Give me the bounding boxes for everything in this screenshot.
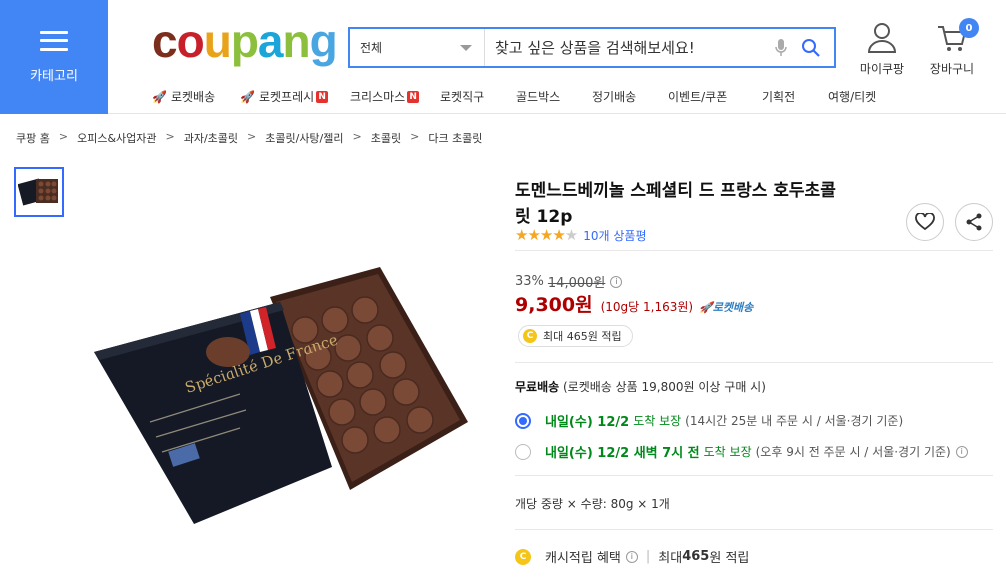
product-title: 도멘느드베끼놀 스페셜티 드 프랑스 호두초콜 릿 12p — [515, 178, 895, 230]
delivery-note: (오후 9시 전 주문 시 / 서울·경기 기준) — [755, 445, 951, 459]
cash-benefit-row: C 캐시적립 혜택 i | 최대 465 원 적립 — [515, 547, 749, 566]
nav-item-rocket-direct[interactable]: 로켓직구 — [440, 88, 516, 105]
nav-label: 이벤트/쿠폰 — [668, 90, 728, 104]
nav-item-subscription[interactable]: 정기배송 — [592, 88, 668, 105]
nav-item-christmas[interactable]: 크리스마스 N — [350, 88, 440, 105]
nav-label: 여행/티켓 — [828, 90, 877, 104]
rocket-icon: 🚀 — [240, 89, 255, 104]
microphone-icon[interactable] — [766, 33, 796, 63]
nav-item-rocket-delivery[interactable]: 🚀 로켓배송 — [152, 88, 240, 105]
heart-icon — [915, 213, 935, 231]
review-count-link[interactable]: 10개 상품평 — [583, 227, 646, 244]
nav-item-travel[interactable]: 여행/티켓 — [828, 88, 876, 105]
original-price: 14,000원 — [547, 276, 606, 291]
star-rating: ★★★★★ — [515, 226, 578, 244]
header: 카테고리 coupang 전체 마이쿠팡 0 장바구니 🚀 로켓배송 🚀 — [0, 0, 1006, 114]
rating: ★★★★★ 10개 상품평 — [515, 226, 647, 244]
sale-price-row: 9,300원 (10g당 1,163원) 🚀로켓배송 — [515, 290, 753, 317]
separator: | — [645, 549, 651, 564]
nav-label: 로켓프레시 — [258, 90, 315, 104]
discount-rate: 33% — [515, 274, 544, 289]
breadcrumb-item[interactable]: 쿠팡 홈 — [16, 130, 50, 146]
radio-button[interactable] — [515, 443, 531, 460]
nav-label: 골드박스 — [516, 90, 561, 104]
cash-benefit-amount: 465 — [682, 549, 710, 564]
nav-label: 기획전 — [762, 90, 796, 104]
coupang-logo[interactable]: coupang — [152, 18, 338, 64]
product-thumbnail[interactable] — [14, 167, 64, 217]
unit-weight-info: 개당 중량 × 수량: 80g × 1개 — [515, 497, 670, 511]
favorite-button[interactable] — [906, 203, 944, 241]
breadcrumb-item[interactable]: 다크 초콜릿 — [428, 130, 482, 146]
cart-label: 장바구니 — [929, 62, 975, 76]
sale-price: 9,300원 — [515, 294, 593, 316]
delivery-guarantee: 도착 보장 — [633, 414, 682, 428]
share-button[interactable] — [955, 203, 993, 241]
cash-benefit-suffix: 원 적립 — [709, 551, 750, 566]
search-category-select[interactable]: 전체 — [350, 29, 485, 66]
nav-item-goldbox[interactable]: 골드박스 — [516, 88, 592, 105]
cart-count-badge: 0 — [959, 18, 979, 38]
breadcrumb-item[interactable]: 오피스&사업자관 — [77, 130, 156, 146]
delivery-date: 내일(수) 12/2 새벽 7시 전 — [545, 446, 700, 461]
rocket-tag-label: 로켓배송 — [712, 301, 754, 314]
nav-label: 로켓직구 — [440, 90, 485, 104]
breadcrumb-item[interactable]: 초콜릿/사탕/젤리 — [265, 130, 343, 146]
new-badge: N — [316, 90, 329, 103]
breadcrumb: 쿠팡 홈 > 오피스&사업자관 > 과자/초콜릿 > 초콜릿/사탕/젤리 > 초콜릿 > … — [16, 130, 483, 146]
cart-button[interactable]: 0 장바구니 — [922, 18, 982, 77]
search-bar: 전체 — [348, 27, 836, 68]
category-menu-button[interactable]: 카테고리 — [0, 0, 108, 114]
shipping-title: 무료배송 (로켓배송 상품 19,800원 이상 구매 시) — [515, 378, 766, 395]
cash-benefit-label: 캐시적립 혜택 — [545, 551, 621, 566]
divider — [515, 250, 993, 251]
info-icon[interactable]: i — [955, 445, 968, 458]
divider — [515, 362, 993, 363]
top-nav: 🚀 로켓배송 🚀 로켓프레시 N 크리스마스 N 로켓직구 골드박스 정기배송 … — [152, 88, 876, 105]
product-main-image: Spécialité De France — [90, 262, 470, 527]
user-icon — [867, 23, 897, 53]
title-line: 도멘느드베끼놀 스페셜티 드 프랑스 호두초콜 — [515, 181, 836, 201]
share-icon — [966, 213, 982, 231]
search-icon[interactable] — [796, 33, 826, 63]
nav-label: 정기배송 — [592, 90, 637, 104]
delivery-guarantee: 도착 보장 — [703, 445, 752, 459]
mypage-label: 마이쿠팡 — [859, 62, 905, 76]
rocket-icon: 🚀 — [152, 89, 167, 104]
free-shipping-label: 무료배송 — [515, 380, 560, 394]
delivery-note: (14시간 25분 내 주문 시 / 서울·경기 기준) — [685, 414, 904, 428]
cash-reward-text: 최대 465원 적립 — [543, 330, 622, 343]
divider — [515, 529, 993, 530]
breadcrumb-item[interactable]: 과자/초콜릿 — [184, 130, 238, 146]
search-input[interactable] — [485, 29, 766, 66]
delivery-date: 내일(수) 12/2 — [545, 415, 630, 430]
new-badge: N — [407, 90, 420, 103]
info-icon[interactable]: i — [625, 550, 638, 563]
shipping-condition: (로켓배송 상품 19,800원 이상 구매 시) — [559, 380, 766, 394]
cash-coin-icon: C — [515, 548, 531, 565]
unit-price: (10g당 1,163원) — [600, 300, 694, 314]
caret-down-icon — [460, 44, 472, 51]
cash-benefit-prefix: 최대 — [658, 551, 683, 566]
delivery-option-1[interactable]: 내일(수) 12/2 도착 보장 (14시간 25분 내 주문 시 / 서울·경… — [515, 411, 903, 430]
nav-label: 로켓배송 — [170, 90, 216, 104]
breadcrumb-item[interactable]: 초콜릿 — [371, 130, 401, 146]
nav-item-rocket-fresh[interactable]: 🚀 로켓프레시 N — [240, 88, 350, 105]
rocket-delivery-badge: 🚀로켓배송 — [699, 301, 754, 314]
nav-item-events[interactable]: 이벤트/쿠폰 — [668, 88, 762, 105]
delivery-option-2[interactable]: 내일(수) 12/2 새벽 7시 전 도착 보장 (오후 9시 전 주문 시 /… — [515, 442, 968, 461]
nav-label: 크리스마스 — [350, 90, 406, 104]
nav-item-promotions[interactable]: 기획전 — [762, 88, 828, 105]
hamburger-icon — [40, 30, 68, 51]
info-icon[interactable]: i — [610, 275, 623, 288]
category-label: 카테고리 — [30, 68, 78, 84]
cash-reward-badge: C 최대 465원 적립 — [518, 325, 633, 347]
divider — [515, 475, 993, 476]
radio-button-selected[interactable] — [515, 412, 531, 429]
original-price-row: 33% 14,000원 i — [515, 272, 623, 291]
search-category-value: 전체 — [360, 41, 383, 55]
cash-coin-icon: C — [523, 329, 537, 343]
mypage-button[interactable]: 마이쿠팡 — [852, 22, 912, 77]
